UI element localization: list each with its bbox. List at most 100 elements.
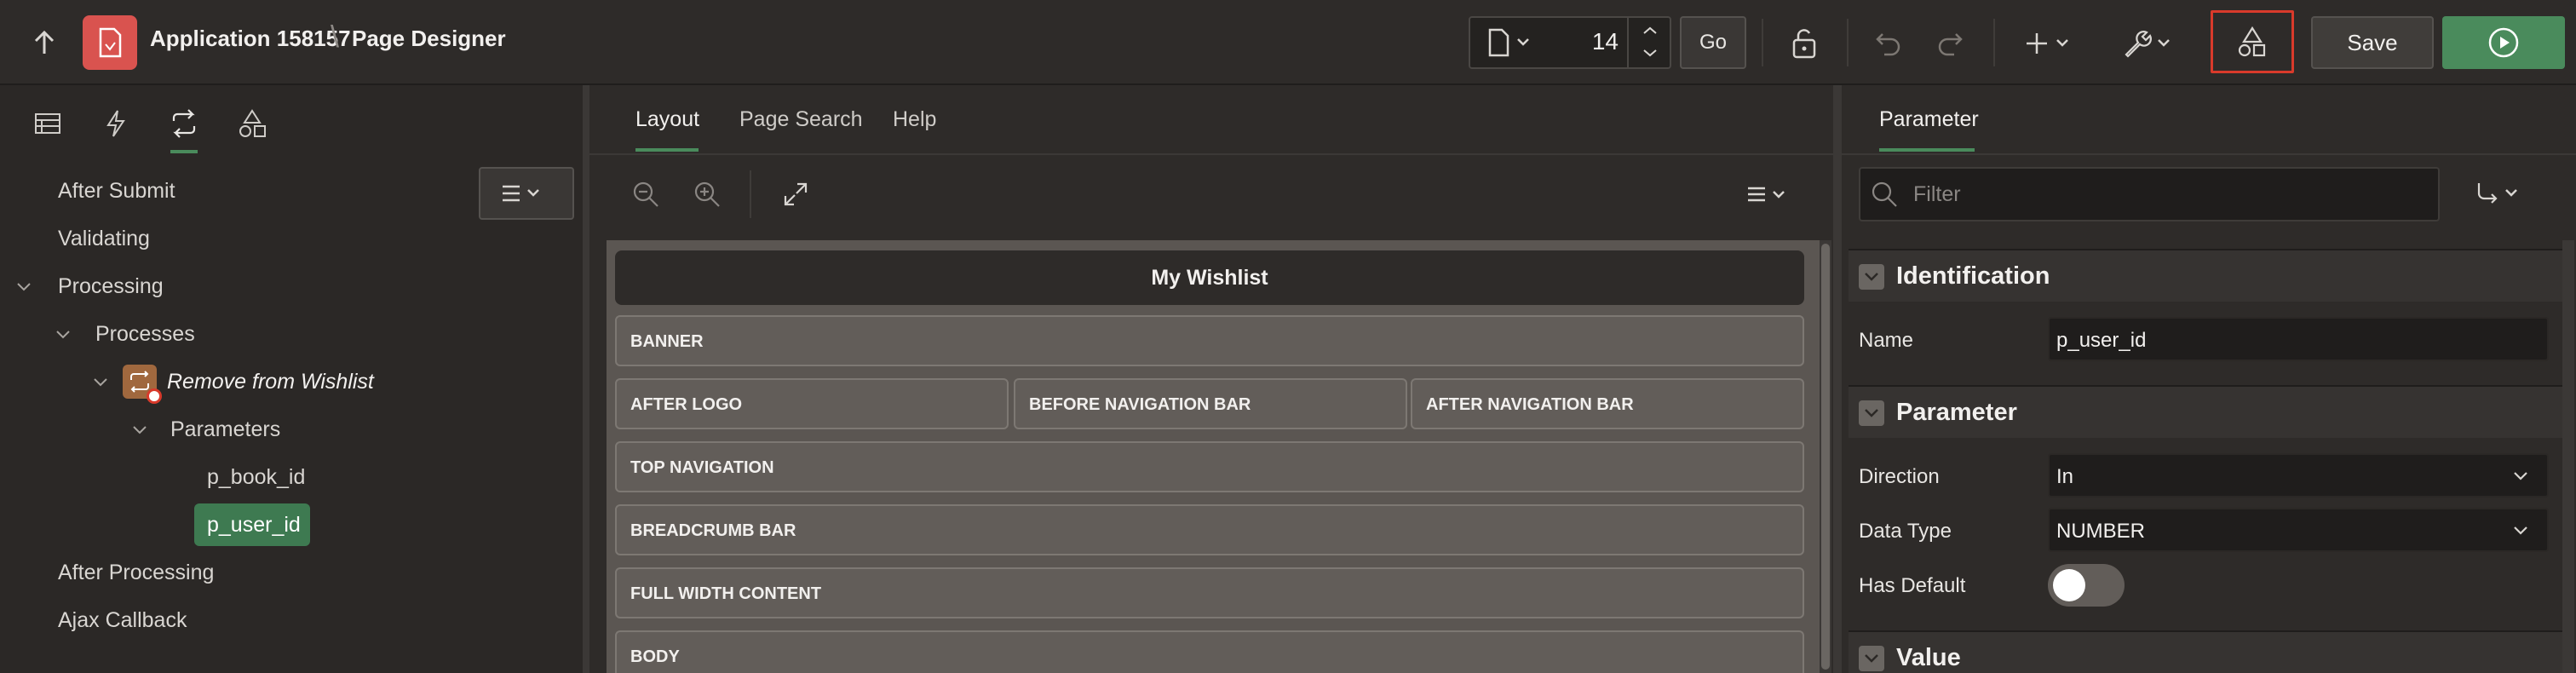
section-title: Value (1896, 644, 1961, 671)
region-top-navigation[interactable]: TOP NAVIGATION (615, 441, 1804, 492)
chevron-down-icon[interactable] (1859, 646, 1884, 671)
name-value: p_user_id (2056, 329, 2147, 352)
section-parameter[interactable]: Parameter (1849, 385, 2567, 438)
zoom-out-icon[interactable] (627, 175, 664, 213)
region-full-width-content[interactable]: FULL WIDTH CONTENT (615, 567, 1804, 618)
lock-icon[interactable] (1782, 22, 1825, 65)
page-heading[interactable]: My Wishlist (615, 250, 1804, 305)
utilities-wrench-icon[interactable] (2119, 22, 2179, 65)
redo-icon[interactable] (1929, 22, 1971, 65)
tab-dynamic-actions[interactable] (90, 94, 141, 153)
tree-param-p-user-id[interactable]: p_user_id (207, 513, 301, 538)
tree-parameters[interactable]: Parameters (170, 417, 280, 442)
chevron-down-icon[interactable] (2508, 518, 2533, 544)
chevron-down-icon[interactable] (1859, 400, 1884, 426)
tree-processes[interactable]: Processes (95, 322, 195, 347)
application-title[interactable]: Application 158157 (150, 26, 351, 52)
go-to-group-icon[interactable] (2436, 175, 2556, 213)
region-label: FULL WIDTH CONTENT (630, 584, 822, 603)
chevron-down-icon[interactable] (2508, 463, 2533, 489)
region-label: AFTER NAVIGATION BAR (1426, 395, 1634, 414)
toolbar-divider (1993, 19, 1995, 66)
prop-label-direction: Direction (1859, 465, 1940, 488)
tab-help[interactable]: Help (893, 107, 936, 132)
left-splitter[interactable] (583, 85, 589, 673)
tab-page-search[interactable]: Page Search (739, 107, 863, 132)
tree-process-remove-from-wishlist[interactable]: Remove from Wishlist (167, 370, 374, 394)
active-tab-indicator (1879, 148, 1975, 152)
region-label: BREADCRUMB BAR (630, 521, 796, 540)
chevron-down-icon[interactable] (128, 418, 152, 442)
tab-shared-components[interactable] (227, 94, 278, 153)
page-number-input[interactable]: 14 (1550, 28, 1619, 55)
undo-icon[interactable] (1867, 22, 1910, 65)
page-title: Page Designer (352, 26, 506, 51)
zoom-in-icon[interactable] (688, 175, 726, 213)
play-icon (2488, 27, 2519, 58)
toolbar-divider (1847, 19, 1849, 66)
chevron-down-icon[interactable] (1859, 264, 1884, 290)
region-label: BANNER (630, 332, 704, 351)
region-after-logo[interactable]: AFTER LOGO (615, 378, 1009, 429)
up-arrow-icon[interactable] (26, 24, 63, 61)
prop-label-data-type: Data Type (1859, 520, 1952, 543)
go-button[interactable]: Go (1680, 16, 1746, 69)
direction-value: In (2056, 465, 2074, 488)
expand-icon[interactable] (777, 175, 814, 213)
chevron-down-icon[interactable] (51, 323, 75, 347)
region-body[interactable]: BODY (615, 630, 1804, 673)
toolbar-divider (1762, 19, 1763, 66)
toggle-knob[interactable] (2053, 569, 2085, 601)
run-page-button[interactable] (2442, 16, 2565, 69)
prop-label-has-default: Has Default (1859, 574, 1966, 597)
section-identification[interactable]: Identification (1849, 249, 2567, 302)
canvas-scrollbar-thumb[interactable] (1821, 244, 1830, 670)
tree-after-processing[interactable]: After Processing (58, 561, 214, 585)
chevron-down-icon[interactable] (89, 371, 112, 394)
section-value[interactable]: Value (1849, 630, 2567, 673)
tree-validating[interactable]: Validating (58, 227, 150, 251)
tabs-divider (589, 153, 1833, 155)
region-before-navigation-bar[interactable]: BEFORE NAVIGATION BAR (1014, 378, 1407, 429)
tabs-divider (1842, 153, 2576, 155)
region-banner[interactable]: BANNER (615, 315, 1804, 366)
page-number-stepper[interactable] (1627, 16, 1671, 69)
rendering-icon (35, 113, 60, 134)
chevron-down-icon[interactable] (12, 275, 36, 299)
tab-processing[interactable] (158, 94, 210, 153)
tab-parameter[interactable]: Parameter (1879, 107, 1979, 132)
region-label: BEFORE NAVIGATION BAR (1029, 395, 1251, 414)
tree-after-submit[interactable]: After Submit (58, 179, 175, 204)
region-label: AFTER LOGO (630, 395, 743, 414)
tab-rendering[interactable] (22, 94, 73, 153)
right-splitter[interactable] (1833, 85, 1842, 673)
region-after-navigation-bar[interactable]: AFTER NAVIGATION BAR (1411, 378, 1804, 429)
application-icon[interactable] (83, 15, 137, 70)
shapes-icon (2238, 26, 2266, 57)
region-breadcrumb-bar[interactable]: BREADCRUMB BAR (615, 504, 1804, 555)
property-scrollbar[interactable] (2562, 240, 2574, 673)
layout-menu-icon[interactable] (1738, 175, 1797, 213)
data-type-value: NUMBER (2056, 520, 2146, 543)
tree-menu-button[interactable] (479, 167, 574, 220)
breadcrumb-separator: \ (331, 19, 340, 54)
shapes-icon (239, 109, 266, 137)
direction-select[interactable] (2048, 453, 2549, 498)
save-button[interactable]: Save (2311, 16, 2434, 69)
error-badge-icon (147, 388, 162, 404)
shared-components-button[interactable] (2211, 10, 2294, 73)
region-label: BODY (630, 647, 680, 666)
tree-param-p-book-id[interactable]: p_book_id (207, 465, 305, 490)
tab-layout[interactable]: Layout (635, 107, 699, 132)
create-plus-icon[interactable] (2024, 22, 2079, 65)
toolbar-divider (750, 170, 751, 218)
tree-ajax-callback[interactable]: Ajax Callback (58, 608, 187, 633)
section-title: Identification (1896, 262, 2050, 290)
tree-processing[interactable]: Processing (58, 274, 164, 299)
search-icon (1867, 177, 1901, 211)
menu-icon (503, 185, 539, 202)
processing-icon (172, 109, 196, 138)
active-tab-indicator (635, 148, 699, 152)
region-label: TOP NAVIGATION (630, 458, 774, 477)
page-document-icon[interactable] (1481, 26, 1540, 60)
